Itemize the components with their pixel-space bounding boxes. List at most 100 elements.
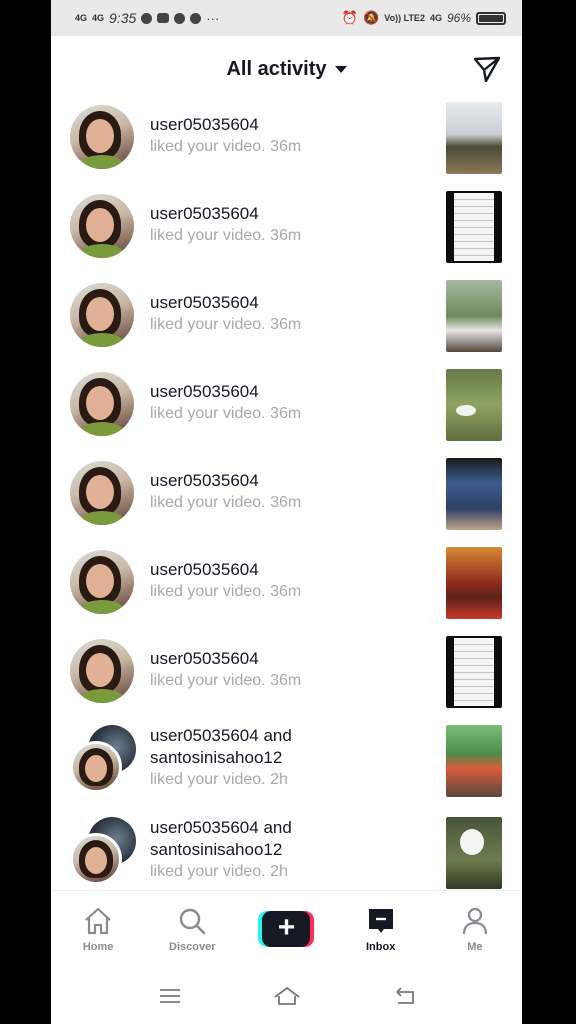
avatar[interactable] [70, 283, 134, 347]
video-thumbnail[interactable] [446, 102, 502, 174]
video-thumbnail[interactable] [446, 458, 502, 530]
nav-home[interactable]: Home [58, 905, 138, 953]
video-thumbnail[interactable] [446, 369, 502, 441]
avatar[interactable] [70, 372, 134, 436]
video-thumbnail[interactable] [446, 817, 502, 889]
activity-description: liked your video. 36m [150, 227, 302, 244]
notification-text: user05035604 liked your video. 36m [150, 114, 430, 158]
avatar-group[interactable] [70, 817, 140, 887]
username[interactable]: user05035604 [150, 381, 430, 403]
username[interactable]: user05035604 [150, 470, 430, 492]
home-button-icon[interactable] [272, 984, 302, 1008]
clock: 9:35 [109, 10, 137, 26]
notification-text: user05035604 and santosinisahoo12 liked … [150, 725, 430, 791]
phone-screen: 4G 4G 9:35 ··· ⏰ 🔕 Vo)) LTE2 4G 96% All … [51, 0, 522, 1024]
username[interactable]: user05035604 [150, 726, 259, 745]
notification-text: user05035604 liked your video. 36m [150, 381, 430, 425]
username-line: user05035604 and [150, 817, 430, 839]
username-line: user05035604 and [150, 725, 430, 747]
home-icon [85, 907, 111, 935]
avatar[interactable] [70, 105, 134, 169]
avatar[interactable] [70, 550, 134, 614]
back-icon[interactable] [389, 984, 419, 1008]
activity-description: liked your video. 36m [150, 583, 302, 600]
notification-text: user05035604 liked your video. 36m [150, 203, 430, 247]
signal-1: 4G [75, 12, 88, 23]
activity-filter-dropdown[interactable]: All activity [226, 58, 347, 81]
battery-percent: 96% [446, 11, 471, 25]
username[interactable]: user05035604 [150, 114, 430, 136]
status-right: ⏰ 🔕 Vo)) LTE2 4G 96% [342, 10, 506, 26]
username[interactable]: santosinisahoo12 [150, 747, 430, 769]
activity-description: liked your video. 36m [150, 405, 302, 422]
chrome-icon [190, 12, 202, 24]
nav-inbox-label: Inbox [365, 941, 396, 953]
plus-icon: + [262, 911, 311, 947]
status-bar: 4G 4G 9:35 ··· ⏰ 🔕 Vo)) LTE2 4G 96% [51, 0, 522, 36]
notification-text: user05035604 liked your video. 36m [150, 648, 430, 692]
nav-create[interactable]: + [246, 905, 326, 947]
bottom-navigation: Home Discover + Inbox Me [51, 890, 522, 968]
inbox-icon [368, 909, 393, 933]
username[interactable]: santosinisahoo12 [150, 839, 430, 861]
nav-home-label: Home [82, 941, 114, 953]
menu-icon[interactable] [155, 984, 185, 1008]
network-label: 4G [429, 12, 442, 23]
username[interactable]: user05035604 [150, 818, 259, 837]
notification-text: user05035604 and santosinisahoo12 liked … [150, 817, 430, 883]
mute-icon: 🔕 [363, 10, 380, 25]
nav-discover[interactable]: Discover [152, 905, 232, 953]
avatar[interactable] [70, 639, 134, 703]
list-item[interactable]: user05035604 liked your video. 36m [51, 191, 522, 280]
telegram-icon [141, 12, 153, 24]
video-thumbnail[interactable] [446, 547, 502, 619]
username[interactable]: user05035604 [150, 648, 430, 670]
youtube-icon [157, 13, 170, 23]
list-item[interactable]: user05035604 liked your video. 36m [51, 369, 522, 458]
more-notifications-icon: ··· [206, 10, 220, 26]
username[interactable]: user05035604 [150, 559, 430, 581]
list-item[interactable]: user05035604 liked your video. 36m [51, 102, 522, 191]
notification-text: user05035604 liked your video. 36m [150, 292, 430, 336]
video-thumbnail[interactable] [446, 725, 502, 797]
video-thumbnail[interactable] [446, 636, 502, 708]
create-button[interactable]: + [258, 911, 315, 947]
activity-description: liked your video. 36m [150, 494, 302, 511]
conjunction: and [263, 818, 292, 837]
list-item[interactable]: user05035604 liked your video. 36m [51, 636, 522, 725]
list-item[interactable]: user05035604 liked your video. 36m [51, 280, 522, 369]
avatar-group[interactable] [70, 725, 140, 795]
profile-icon [462, 907, 487, 935]
nav-me-label: Me [467, 941, 483, 953]
username[interactable]: user05035604 [150, 203, 430, 225]
notification-text: user05035604 liked your video. 36m [150, 470, 430, 514]
signal-2: 4G [92, 12, 105, 23]
list-item[interactable]: user05035604 and santosinisahoo12 liked … [51, 725, 522, 817]
status-left: 4G 4G 9:35 ··· [75, 10, 219, 26]
nav-me[interactable]: Me [435, 905, 515, 953]
avatar[interactable] [70, 461, 134, 525]
caret-down-icon [334, 65, 347, 73]
activity-description: liked your video. 2h [150, 863, 288, 880]
direct-message-icon[interactable] [472, 54, 502, 84]
battery-icon [476, 11, 506, 25]
search-icon [180, 908, 206, 935]
notification-text: user05035604 liked your video. 36m [150, 559, 430, 603]
avatar [70, 833, 122, 885]
avatar [70, 741, 122, 793]
avatar[interactable] [70, 194, 134, 258]
list-item[interactable]: user05035604 liked your video. 36m [51, 458, 522, 547]
activity-description: liked your video. 36m [150, 138, 302, 155]
carrier-label: Vo)) LTE2 [384, 12, 425, 23]
activity-list: user05035604 liked your video. 36m user0… [51, 102, 522, 909]
username[interactable]: user05035604 [150, 292, 430, 314]
video-thumbnail[interactable] [446, 280, 502, 352]
system-navigation-bar [51, 968, 522, 1024]
activity-description: liked your video. 36m [150, 316, 302, 333]
app-icon [174, 12, 186, 24]
list-item[interactable]: user05035604 liked your video. 36m [51, 547, 522, 636]
video-thumbnail[interactable] [446, 191, 502, 263]
activity-description: liked your video. 2h [150, 771, 288, 788]
nav-inbox[interactable]: Inbox [341, 905, 421, 953]
alarm-icon: ⏰ [341, 10, 359, 25]
